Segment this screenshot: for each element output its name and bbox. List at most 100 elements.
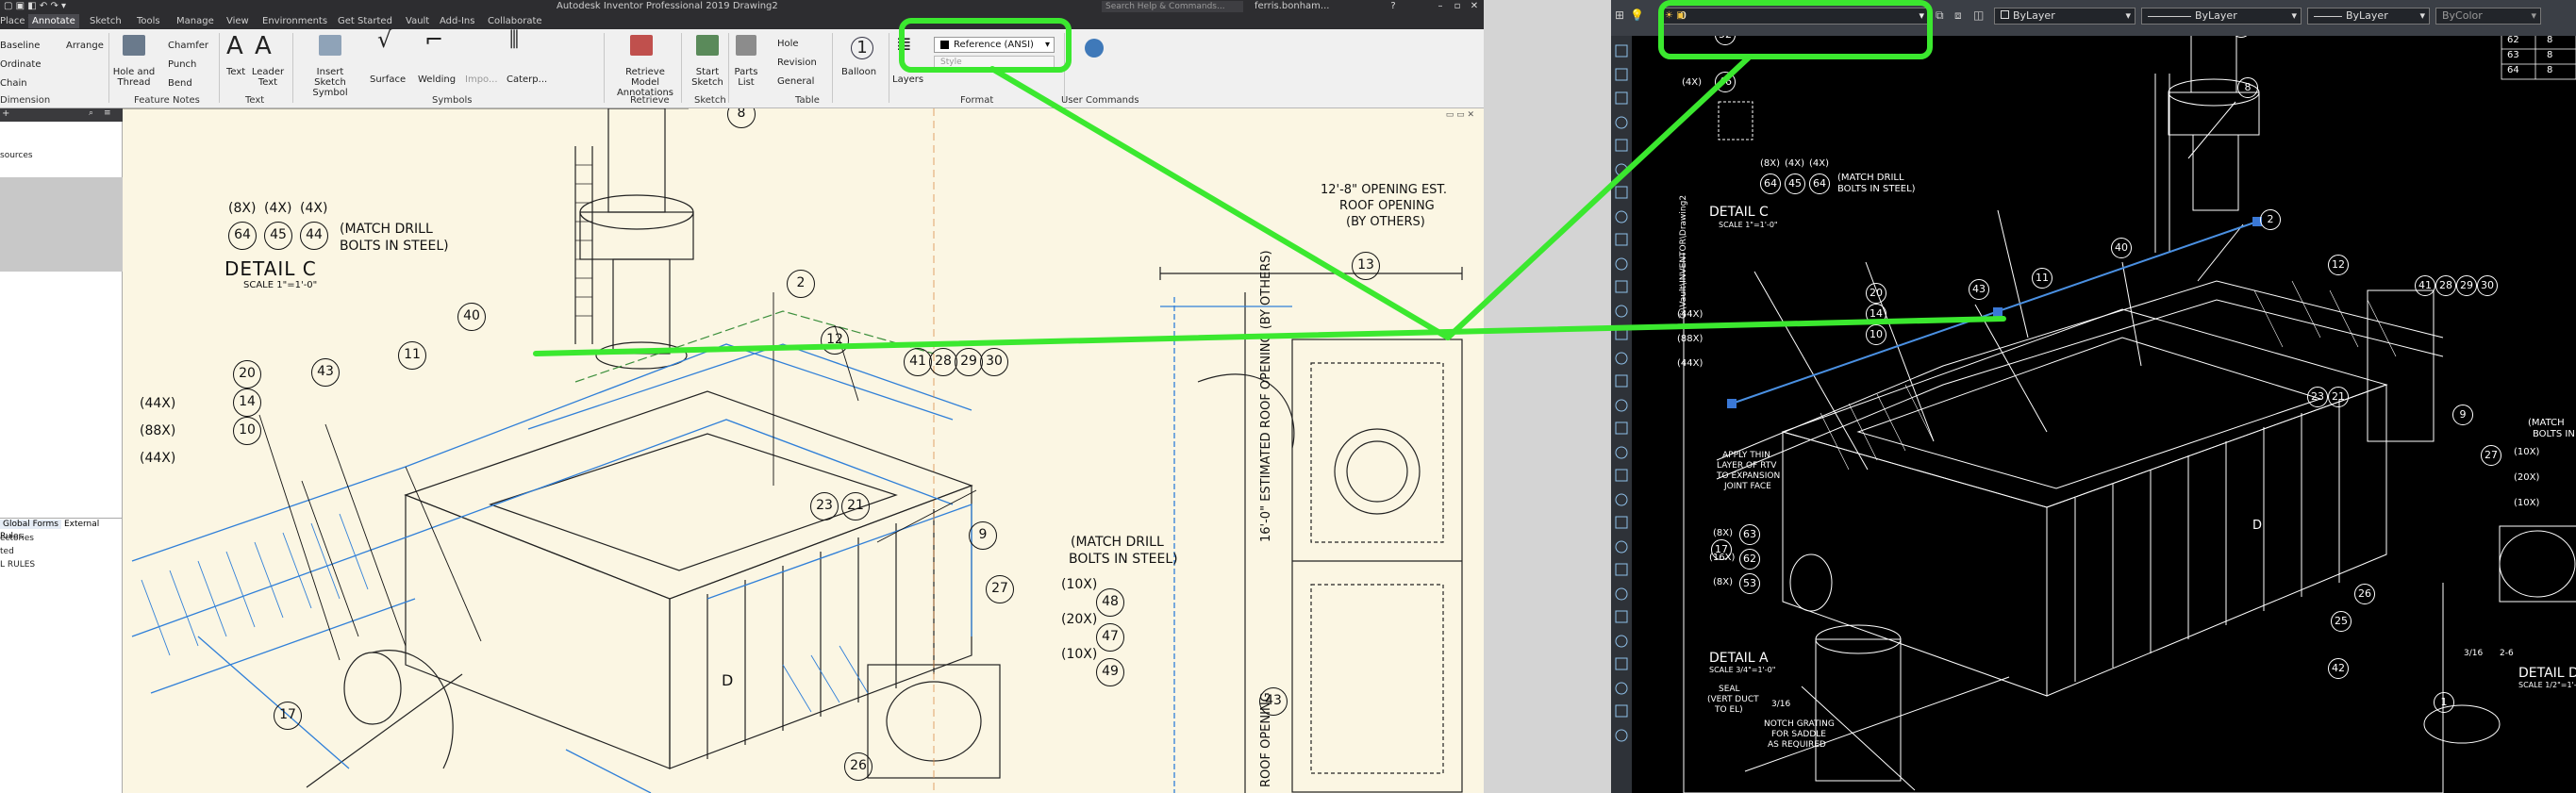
hole-thread-icon[interactable]: [123, 35, 145, 56]
maximize-icon[interactable]: ▫: [1451, 0, 1464, 13]
part-balloon[interactable]: 62: [1739, 549, 1760, 570]
linetype-dropdown[interactable]: ByLayer ▾: [2141, 8, 2302, 25]
part-balloon[interactable]: 43: [1969, 279, 1989, 300]
part-balloon[interactable]: 21: [2328, 387, 2349, 407]
match-layer-icon[interactable]: ◫: [1973, 8, 1984, 22]
tab-view[interactable]: View: [226, 16, 249, 26]
part-balloon[interactable]: 20: [1866, 283, 1886, 304]
part-balloon[interactable]: 42: [2328, 658, 2349, 679]
part-balloon[interactable]: 45: [264, 222, 292, 250]
tab-environments[interactable]: Environments: [262, 16, 327, 26]
text-icon[interactable]: A: [226, 33, 243, 59]
hole-table-button[interactable]: Hole: [777, 39, 799, 49]
part-balloon[interactable]: 28: [2435, 275, 2456, 296]
parts-list-icon[interactable]: [736, 35, 756, 56]
part-balloon[interactable]: 10: [233, 417, 261, 445]
part-balloon[interactable]: 14: [233, 388, 261, 417]
import-button[interactable]: Impo...: [465, 74, 498, 85]
part-balloon[interactable]: 46: [1715, 72, 1736, 92]
tab-annotate[interactable]: Annotate: [28, 14, 79, 28]
part-balloon[interactable]: 64: [228, 222, 257, 250]
browser-item-sources[interactable]: sources: [0, 151, 33, 160]
style-override-dropdown[interactable]: Style: [934, 56, 1055, 70]
minimize-icon[interactable]: –: [1434, 0, 1447, 13]
rule-item[interactable]: ectories: [0, 534, 34, 543]
part-balloon[interactable]: 43: [311, 358, 340, 387]
part-balloon[interactable]: 23: [810, 492, 839, 520]
part-balloon[interactable]: 40: [457, 303, 486, 331]
punch-button[interactable]: Punch: [168, 59, 196, 70]
color-dropdown[interactable]: ByLayer ▾: [1994, 8, 2136, 25]
rule-item[interactable]: L RULES: [0, 560, 35, 570]
part-balloon[interactable]: 47: [1096, 623, 1124, 652]
general-table-button[interactable]: General: [777, 76, 814, 87]
bend-button[interactable]: Bend: [168, 78, 192, 89]
tab-sketch[interactable]: Sketch: [90, 16, 122, 26]
part-balloon[interactable]: 44: [300, 222, 328, 250]
part-balloon[interactable]: 20: [233, 360, 261, 388]
leader-text-button[interactable]: Leader Text: [251, 67, 285, 88]
part-balloon[interactable]: 9: [2452, 405, 2473, 425]
tab-manage[interactable]: Manage: [176, 16, 214, 26]
part-balloon[interactable]: 25: [2331, 611, 2352, 632]
quick-access-icons[interactable]: ▢ ▣ ◧ ↶ ↷ ▾: [4, 0, 66, 13]
part-balloon[interactable]: 64: [1760, 173, 1781, 194]
tab-add-ins[interactable]: Add-Ins: [440, 16, 474, 26]
layer-previous-icon[interactable]: ⧈: [1954, 8, 1962, 23]
part-balloon[interactable]: 13: [1352, 252, 1380, 280]
layers-button[interactable]: Layers: [892, 74, 923, 85]
layer-properties-icon[interactable]: ⊞: [1615, 8, 1624, 22]
part-balloon[interactable]: 26: [2354, 584, 2375, 604]
part-balloon[interactable]: 14: [1866, 304, 1886, 324]
revision-table-button[interactable]: Revision: [777, 58, 817, 68]
part-balloon[interactable]: 27: [986, 575, 1014, 603]
part-balloon[interactable]: 40: [2111, 238, 2132, 258]
caterpillar-button[interactable]: Caterp...: [507, 74, 547, 85]
part-balloon[interactable]: 27: [2481, 445, 2501, 466]
lightbulb-icon[interactable]: 💡: [1630, 8, 1644, 22]
surface-button[interactable]: Surface: [370, 74, 406, 85]
part-balloon[interactable]: 30: [980, 348, 1008, 376]
part-balloon[interactable]: 53: [1739, 573, 1760, 594]
insert-sketch-symbol-button[interactable]: Insert Sketch Symbol: [300, 67, 360, 98]
part-balloon[interactable]: 49: [1096, 658, 1124, 686]
tab-get-started[interactable]: Get Started: [338, 16, 392, 26]
baseline-button[interactable]: Baseline: [0, 41, 40, 51]
part-balloon[interactable]: 11: [398, 341, 426, 370]
view-window-controls[interactable]: ▭ ▭ ✕: [1446, 110, 1474, 120]
tab-global-forms[interactable]: Global Forms: [0, 520, 61, 529]
part-balloon[interactable]: 63: [1739, 524, 1760, 545]
part-balloon[interactable]: 41: [904, 348, 932, 376]
parts-list-button[interactable]: Parts List: [732, 67, 760, 88]
part-balloon[interactable]: 1: [2434, 692, 2454, 713]
part-balloon[interactable]: 26: [844, 752, 873, 781]
tab-collaborate[interactable]: Collaborate: [488, 16, 542, 26]
lineweight-dropdown[interactable]: ByLayer ▾: [2307, 8, 2430, 25]
layer-dropdown[interactable]: ☀ ▣ 0 ▾: [1660, 8, 1929, 25]
help-search-input[interactable]: Search Help & Commands...: [1102, 1, 1243, 12]
part-balloon[interactable]: 12: [2328, 255, 2349, 275]
part-balloon[interactable]: 45: [1785, 173, 1805, 194]
part-balloon[interactable]: 9: [969, 521, 997, 550]
part-balloon[interactable]: 41: [2415, 275, 2435, 296]
help-icon[interactable]: ?: [1387, 0, 1400, 13]
tab-vault[interactable]: Vault: [406, 16, 429, 26]
close-icon[interactable]: ✕: [1468, 0, 1481, 13]
leader-text-icon[interactable]: A: [255, 33, 272, 59]
start-sketch-button[interactable]: Start Sketch: [689, 67, 726, 88]
add-icon[interactable]: +: [2, 108, 9, 119]
hole-thread-button[interactable]: Hole and Thread: [111, 67, 157, 88]
chain-button[interactable]: Chain: [0, 78, 27, 89]
menu-icon[interactable]: ≡: [104, 108, 111, 118]
part-balloon[interactable]: 10: [1866, 324, 1886, 345]
part-balloon[interactable]: 30: [2477, 275, 2498, 296]
part-balloon[interactable]: 28: [929, 348, 957, 376]
part-balloon[interactable]: 8: [2237, 77, 2258, 98]
chamfer-button[interactable]: Chamfer: [168, 41, 208, 51]
style-dropdown[interactable]: Reference (ANSI) ▾: [934, 37, 1055, 53]
toolbar-icons[interactable]: [1611, 36, 1632, 793]
retrieve-model-annotations-button[interactable]: Retrieve Model Annotations: [613, 67, 677, 98]
balloon-button[interactable]: Balloon: [841, 67, 876, 77]
part-balloon[interactable]: 29: [955, 348, 983, 376]
part-balloon[interactable]: 29: [2456, 275, 2477, 296]
